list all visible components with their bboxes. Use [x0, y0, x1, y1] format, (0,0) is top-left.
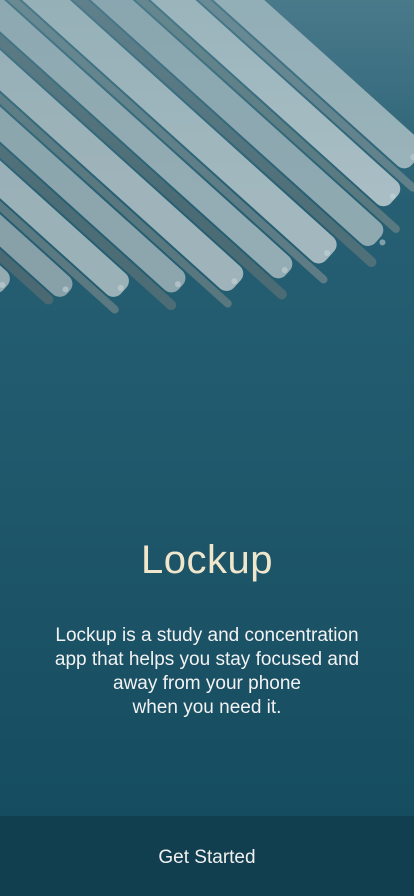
- get-started-label: Get Started: [158, 847, 256, 868]
- stacked-books-image: [0, 0, 414, 314]
- app-description: Lockup is a study and concentration app …: [54, 625, 360, 718]
- get-started-button[interactable]: Get Started: [0, 816, 414, 896]
- app-title: Lockup: [141, 538, 273, 582]
- welcome-screen: Lockup Lockup is a study and concentrati…: [0, 0, 414, 896]
